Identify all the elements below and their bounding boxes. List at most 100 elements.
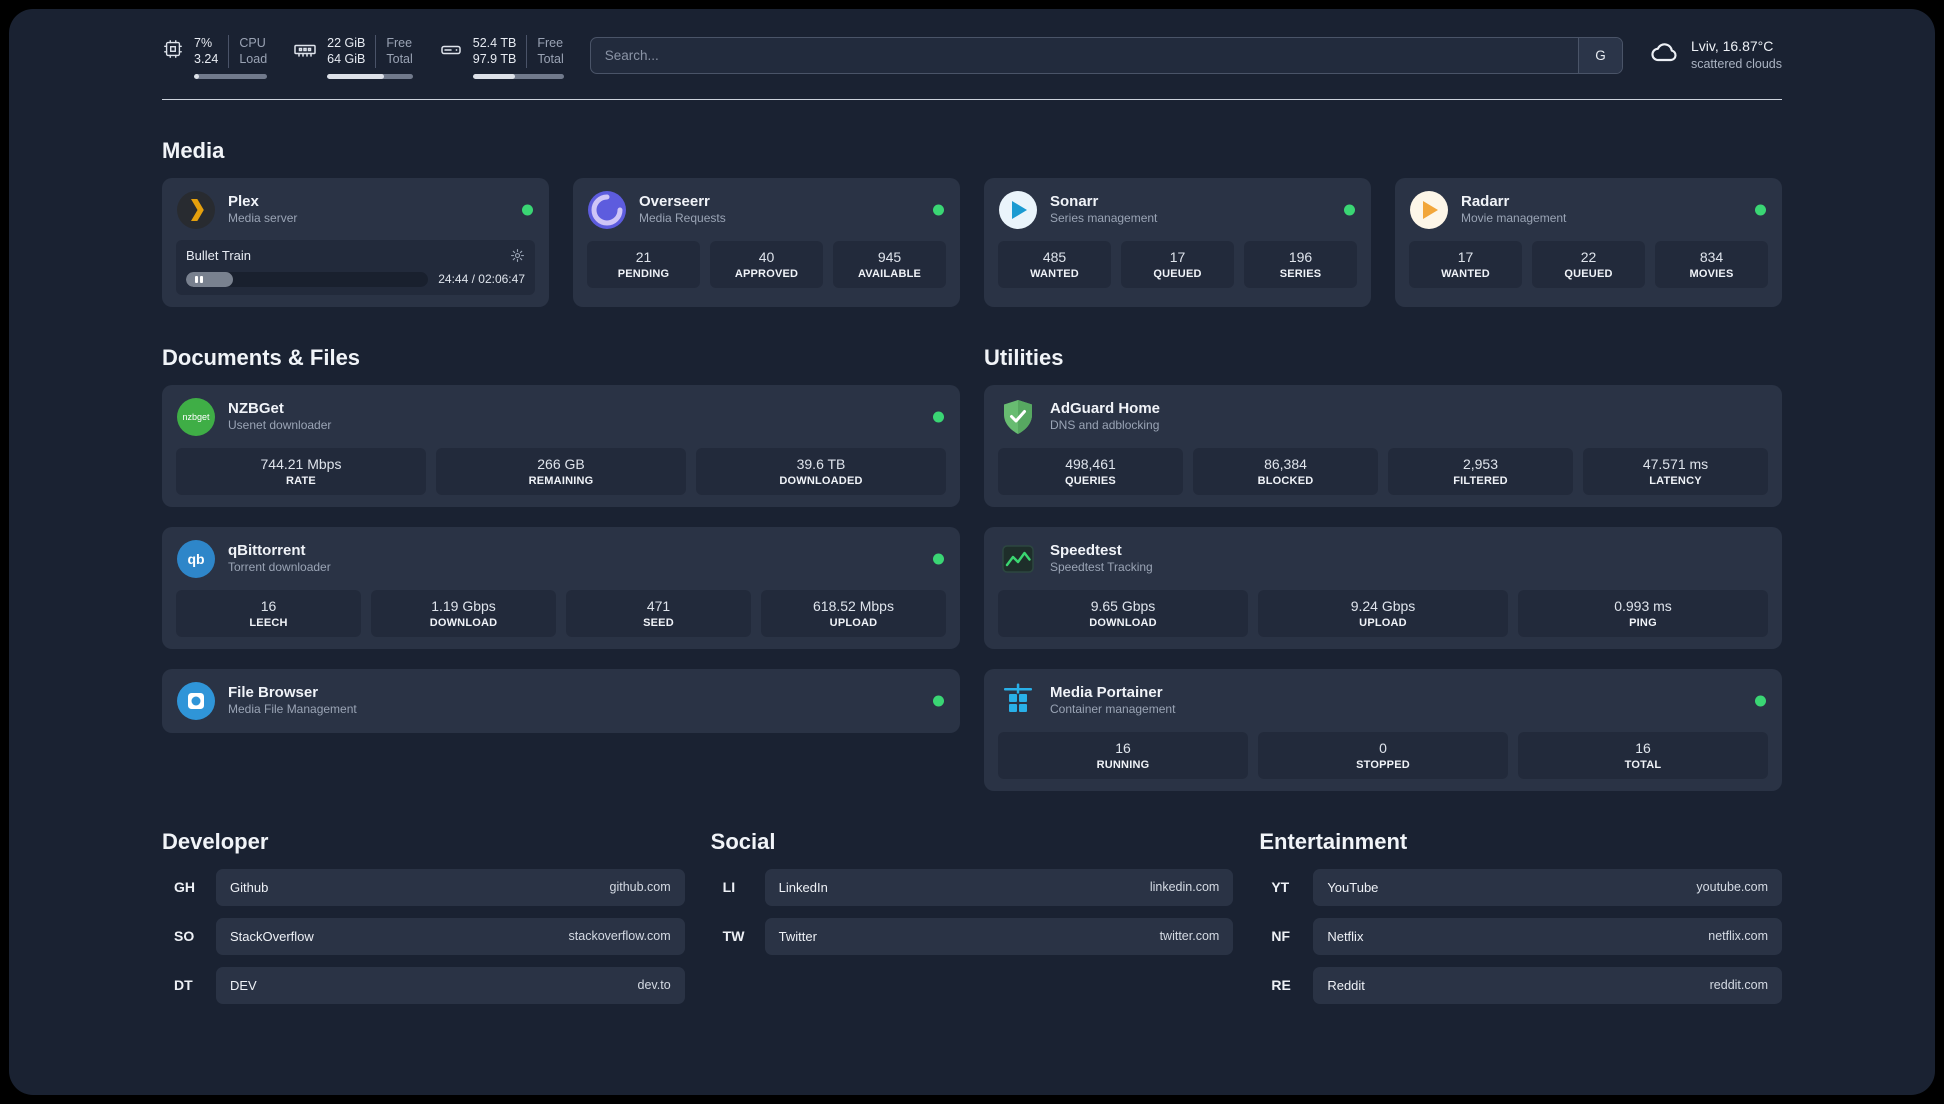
card-sonarr: Sonarr Series management 485 WANTED 17 Q… xyxy=(984,177,1371,307)
stat-value: 21 xyxy=(635,248,652,265)
stat-value: 196 xyxy=(1288,248,1313,265)
ram-free-value: 22 GiB xyxy=(327,36,366,50)
ram-total-value: 64 GiB xyxy=(327,52,366,67)
stat-label: QUERIES xyxy=(1065,474,1116,487)
app-name: Plex xyxy=(228,192,259,210)
bookmark-link-twitter[interactable]: Twitter twitter.com xyxy=(764,917,1234,955)
gear-icon[interactable] xyxy=(510,248,525,263)
card-qbittorrent: qb qBittorrent Torrent downloader 16 LEE… xyxy=(162,526,960,649)
status-dot xyxy=(522,204,533,215)
card-portainer: Media Portainer Container management 16 … xyxy=(984,668,1782,791)
stat-tile: 21 PENDING xyxy=(587,240,700,288)
app-name: AdGuard Home xyxy=(1050,399,1161,417)
stat-tile: 47.571 ms LATENCY xyxy=(1583,447,1768,495)
stat-tile: 16 LEECH xyxy=(176,589,361,637)
stat-value: 39.6 TB xyxy=(796,455,846,472)
stat-tile: 744.21 Mbps RATE xyxy=(176,447,426,495)
filebrowser-app-link[interactable]: File Browser Media File Management xyxy=(176,681,946,721)
bookmark-name: YouTube xyxy=(1327,879,1379,895)
bookmark-url: twitter.com xyxy=(1159,929,1220,943)
stat-value: 17 xyxy=(1169,248,1186,265)
app-name: Media Portainer xyxy=(1050,683,1163,701)
app-subtitle: Usenet downloader xyxy=(228,418,332,433)
app-subtitle: Series management xyxy=(1050,211,1158,226)
app-name: Speedtest xyxy=(1050,541,1122,559)
stat-tile: 1.19 Gbps DOWNLOAD xyxy=(371,589,556,637)
bookmark-link-linkedin[interactable]: LinkedIn linkedin.com xyxy=(764,868,1234,906)
bookmark-abbr: YT xyxy=(1271,879,1290,895)
search-bar[interactable]: G xyxy=(589,37,1623,74)
stat-value: 0 xyxy=(1379,739,1387,756)
app-subtitle: Speedtest Tracking xyxy=(1050,560,1153,575)
bookmark-row-linkedin: LI LinkedIn linkedin.com xyxy=(711,868,1234,906)
adguard-app-link[interactable]: AdGuard Home DNS and adblocking xyxy=(998,397,1768,437)
qbittorrent-app-link[interactable]: qb qBittorrent Torrent downloader xyxy=(176,539,946,579)
radarr-icon xyxy=(1409,190,1449,230)
stat-tile: 9.24 Gbps UPLOAD xyxy=(1258,589,1508,637)
overseerr-app-link[interactable]: Overseerr Media Requests xyxy=(587,190,946,230)
app-name: Sonarr xyxy=(1050,192,1099,210)
ram-label-top: Free xyxy=(386,36,413,50)
search-engine-button[interactable]: G xyxy=(1577,38,1622,73)
stat-label: WANTED xyxy=(1030,267,1079,280)
media-grid: Plex Media server Bullet Train 24:44 / 0… xyxy=(162,177,1782,307)
stat-tile: 22 QUEUED xyxy=(1532,240,1645,288)
stat-tile: 9.65 Gbps DOWNLOAD xyxy=(998,589,1248,637)
bookmark-name: Github xyxy=(230,879,269,895)
bookmark-row-dev: DT DEV dev.to xyxy=(162,966,685,1004)
stat-tile: 0.993 ms PING xyxy=(1518,589,1768,637)
bookmark-link-reddit[interactable]: Reddit reddit.com xyxy=(1313,966,1782,1004)
stat-tile: 0 STOPPED xyxy=(1258,731,1508,779)
stat-tile: 498,461 QUERIES xyxy=(998,447,1183,495)
filebrowser-icon xyxy=(176,681,216,721)
bookmark-row-twitter: TW Twitter twitter.com xyxy=(711,917,1234,955)
app-name: Radarr xyxy=(1461,192,1510,210)
app-subtitle: Media File Management xyxy=(228,702,357,717)
bookmark-link-netflix[interactable]: Netflix netflix.com xyxy=(1313,917,1782,955)
bookmark-abbr: GH xyxy=(174,879,195,895)
section-title-utilities: Utilities xyxy=(984,344,1064,370)
app-subtitle: Torrent downloader xyxy=(228,560,331,575)
stat-value: 2,953 xyxy=(1462,455,1499,472)
nzbget-app-link[interactable]: nzbget NZBGet Usenet downloader xyxy=(176,397,946,437)
radarr-app-link[interactable]: Radarr Movie management xyxy=(1409,190,1768,230)
search-input[interactable] xyxy=(590,38,1578,73)
sonarr-app-link[interactable]: Sonarr Series management xyxy=(998,190,1357,230)
sonarr-icon xyxy=(998,190,1038,230)
cpu-label-top: CPU xyxy=(239,36,266,50)
bookmark-row-stackoverflow: SO StackOverflow stackoverflow.com xyxy=(162,917,685,955)
stat-label: QUEUED xyxy=(1564,267,1613,280)
disk-label-bottom: Total xyxy=(537,52,564,67)
speedtest-app-link[interactable]: Speedtest Speedtest Tracking xyxy=(998,539,1768,579)
cpu-load-value: 3.24 xyxy=(194,52,219,67)
bookmark-row-netflix: NF Netflix netflix.com xyxy=(1259,917,1782,955)
stat-value: 485 xyxy=(1042,248,1067,265)
documents-column: Documents & Files nzbget NZBGet Usenet d… xyxy=(162,307,960,733)
now-playing-title: Bullet Train xyxy=(186,247,252,263)
bookmark-url: netflix.com xyxy=(1708,929,1768,943)
bookmark-link-github[interactable]: Github github.com xyxy=(216,868,685,906)
now-playing-panel: Bullet Train 24:44 / 02:06:47 xyxy=(176,239,535,295)
stat-value: 47.571 ms xyxy=(1642,455,1709,472)
stat-value: 16 xyxy=(1635,739,1651,756)
stat-tile: 834 MOVIES xyxy=(1655,240,1768,288)
utilities-column: Utilities AdGuard Home DNS and adblockin… xyxy=(984,307,1782,791)
playback-progress-bar[interactable] xyxy=(186,271,429,287)
disk-usage-fill xyxy=(472,73,515,79)
stat-label: RUNNING xyxy=(1096,758,1150,771)
stat-tile: 485 WANTED xyxy=(998,240,1111,288)
weather-location: Lviv, 16.87°C xyxy=(1690,37,1774,54)
portainer-app-link[interactable]: Media Portainer Container management xyxy=(998,681,1768,721)
stat-label: RATE xyxy=(286,474,316,487)
stat-value: 40 xyxy=(758,248,775,265)
stat-label: SEED xyxy=(643,616,674,629)
stat-tile: 16 TOTAL xyxy=(1518,731,1768,779)
section-title-documents: Documents & Files xyxy=(162,344,361,370)
bookmark-link-dev[interactable]: DEV dev.to xyxy=(216,966,685,1004)
section-title-media: Media xyxy=(162,137,225,163)
bookmark-link-youtube[interactable]: YouTube youtube.com xyxy=(1313,868,1782,906)
plex-app-link[interactable]: Plex Media server xyxy=(176,190,535,230)
bookmark-link-stackoverflow[interactable]: StackOverflow stackoverflow.com xyxy=(216,917,685,955)
pause-icon[interactable] xyxy=(195,275,203,283)
bookmark-url: dev.to xyxy=(637,978,671,992)
